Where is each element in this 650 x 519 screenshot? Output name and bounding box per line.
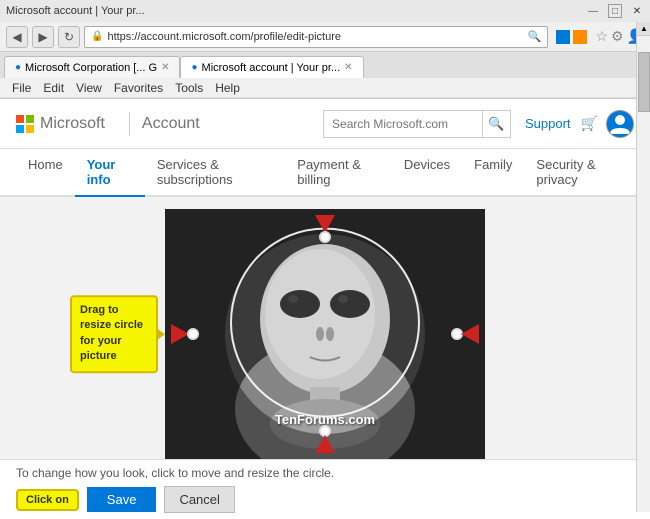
tab-family[interactable]: Family — [462, 149, 524, 197]
ms-logo-yellow — [26, 125, 34, 133]
hint-text: To change how you look, click to move an… — [16, 466, 634, 480]
settings-icon[interactable]: ⚙ — [611, 28, 624, 45]
tab-ms-account[interactable]: ● Microsoft account | Your pr... ✕ — [180, 56, 363, 78]
right-handle-group — [451, 324, 479, 344]
search-input[interactable] — [323, 110, 483, 138]
refresh-button[interactable]: ↻ — [58, 26, 80, 48]
user-avatar[interactable] — [606, 110, 634, 138]
main-content: TenForums.com Drag to resize circle for … — [0, 197, 650, 459]
maximize-button[interactable]: □ — [608, 4, 622, 18]
menu-help[interactable]: Help — [209, 80, 246, 96]
ms-header: Microsoft Account 🔍 Support 🛒 — [0, 99, 650, 149]
tab-close-2[interactable]: ✕ — [344, 62, 352, 73]
scrollbar-up-button[interactable]: ▲ — [637, 22, 650, 36]
action-row: Click on Save Cancel — [16, 486, 634, 513]
url-text: https://account.microsoft.com/profile/ed… — [107, 31, 523, 43]
lock-icon: 🔒 — [91, 31, 103, 42]
tooltip-arrow — [158, 329, 165, 339]
menu-tools[interactable]: Tools — [169, 80, 209, 96]
menu-edit[interactable]: Edit — [37, 80, 70, 96]
tab-services[interactable]: Services & subscriptions — [145, 149, 285, 197]
left-handle-group — [171, 324, 199, 344]
ms-logo-red — [16, 115, 24, 123]
back-button[interactable]: ◀ — [6, 26, 28, 48]
bottom-area: To change how you look, click to move an… — [0, 459, 650, 519]
favicon2 — [573, 30, 587, 44]
menu-bar: File Edit View Favorites Tools Help — [0, 78, 650, 98]
header-divider — [129, 112, 130, 136]
address-search-icon: 🔍 — [528, 30, 542, 43]
menu-view[interactable]: View — [70, 80, 108, 96]
close-button[interactable]: ✕ — [630, 4, 644, 18]
ms-logo-blue — [16, 125, 24, 133]
account-label: Account — [142, 115, 200, 133]
tab-ms-corp[interactable]: ● Microsoft Corporation [... G ✕ — [4, 56, 180, 78]
tab-close-1[interactable]: ✕ — [161, 62, 169, 73]
cancel-button[interactable]: Cancel — [164, 486, 234, 513]
arrow-left-icon — [461, 324, 479, 344]
handle-top[interactable] — [319, 231, 331, 243]
ms-logo-text: Microsoft — [40, 115, 105, 133]
tab-devices[interactable]: Devices — [392, 149, 462, 197]
window-controls: — □ ✕ — [586, 4, 644, 18]
window-title: Microsoft account | Your pr... — [6, 5, 145, 17]
avatar-icon — [608, 112, 632, 136]
title-bar: Microsoft account | Your pr... — □ ✕ ◀ ▶… — [0, 0, 650, 99]
tab-security[interactable]: Security & privacy — [524, 149, 634, 197]
favorites-star-icon[interactable]: ☆ — [595, 28, 608, 45]
top-handle-group — [315, 215, 335, 243]
ms-logo: Microsoft — [16, 115, 117, 133]
favicon1 — [556, 30, 570, 44]
ms-logo-green — [26, 115, 34, 123]
favorites-area — [556, 30, 587, 44]
scrollbar: ▲ — [636, 22, 650, 512]
handle-left[interactable] — [187, 328, 199, 340]
resize-tooltip: Drag to resize circle for your picture — [70, 295, 158, 373]
nav-tabs: Home Your info Services & subscriptions … — [0, 149, 650, 197]
tab-payment[interactable]: Payment & billing — [285, 149, 392, 197]
editor-container: TenForums.com Drag to resize circle for … — [16, 209, 634, 459]
search-button[interactable]: 🔍 — [483, 110, 511, 138]
bottom-handle-group — [315, 425, 335, 453]
address-bar[interactable]: 🔒 https://account.microsoft.com/profile/… — [84, 26, 548, 48]
tab-home[interactable]: Home — [16, 149, 75, 197]
browser-tab-bar: ● Microsoft Corporation [... G ✕ ● Micro… — [0, 52, 650, 78]
tab-your-info[interactable]: Your info — [75, 149, 145, 197]
menu-favorites[interactable]: Favorites — [108, 80, 169, 96]
support-link[interactable]: Support — [525, 116, 571, 131]
click-on-tooltip: Click on — [16, 489, 79, 511]
save-button[interactable]: Save — [87, 487, 157, 512]
image-editor[interactable]: TenForums.com Drag to resize circle for … — [165, 209, 485, 459]
ms-logo-squares — [16, 115, 34, 133]
scrollbar-thumb[interactable] — [638, 52, 650, 112]
minimize-button[interactable]: — — [586, 4, 600, 18]
search-area: 🔍 — [323, 110, 511, 138]
cart-icon[interactable]: 🛒 — [581, 115, 598, 132]
menu-file[interactable]: File — [6, 80, 37, 96]
arrow-up-icon — [315, 435, 335, 453]
browser-toolbar: ◀ ▶ ↻ 🔒 https://account.microsoft.com/pr… — [0, 22, 650, 52]
forward-button[interactable]: ▶ — [32, 26, 54, 48]
